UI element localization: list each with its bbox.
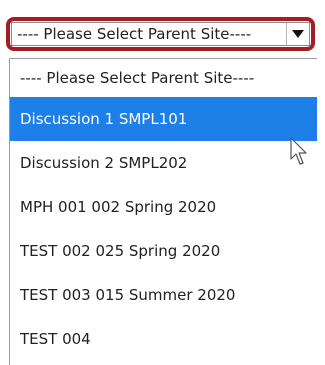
dropdown-option[interactable]: TEST 002 025 Spring 2020 bbox=[10, 229, 317, 273]
dropdown-option-label: Discussion 1 SMPL101 bbox=[20, 110, 188, 128]
dropdown-option[interactable]: TEST 004 bbox=[10, 317, 317, 361]
select-current-value: ---- Please Select Parent Site---- bbox=[17, 25, 252, 43]
parent-site-select-highlight: ---- Please Select Parent Site---- bbox=[6, 17, 315, 51]
dropdown-option-selected[interactable]: Discussion 1 SMPL101 bbox=[10, 97, 317, 141]
dropdown-option-label: TEST 003 015 Summer 2020 bbox=[20, 286, 236, 304]
screenshot-stage: ---- Please Select Parent Site---- ---- … bbox=[0, 0, 325, 365]
parent-site-select[interactable]: ---- Please Select Parent Site---- bbox=[11, 22, 310, 46]
dropdown-option-label: TEST 004 bbox=[20, 330, 91, 348]
dropdown-option[interactable]: MPH 001 002 Spring 2020 bbox=[10, 185, 317, 229]
parent-site-dropdown-list: ---- Please Select Parent Site---- Discu… bbox=[9, 58, 317, 365]
dropdown-option[interactable]: ---- Please Select Parent Site---- bbox=[10, 59, 317, 97]
dropdown-option-label: TEST 002 025 Spring 2020 bbox=[20, 242, 221, 260]
dropdown-option-label: ---- Please Select Parent Site---- bbox=[20, 69, 255, 87]
dropdown-option-label: Discussion 2 SMPL202 bbox=[20, 154, 188, 172]
dropdown-option[interactable]: TEST 003 015 Summer 2020 bbox=[10, 273, 317, 317]
caret-down-icon[interactable] bbox=[287, 23, 309, 45]
dropdown-option-label: MPH 001 002 Spring 2020 bbox=[20, 198, 217, 216]
mouse-pointer-icon bbox=[290, 137, 310, 167]
dropdown-option[interactable]: Discussion 2 SMPL202 bbox=[10, 141, 317, 185]
